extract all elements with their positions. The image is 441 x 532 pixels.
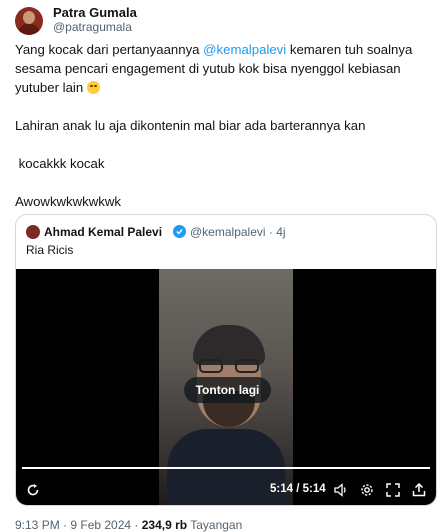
tweet-paragraph-2: Lahiran anak lu aja dikontenin mal biar … [15, 118, 366, 133]
tweet-footer: 9:13 PM · 9 Feb 2024 · 234,9 rb Tayangan [15, 518, 242, 532]
grinning-sweat-emoji-icon [86, 81, 100, 94]
video-progress-bar[interactable] [22, 467, 430, 469]
volume-icon[interactable] [334, 483, 349, 502]
settings-gear-icon[interactable] [360, 483, 374, 502]
mention-link[interactable]: @kemalpalevi [203, 42, 286, 57]
tweet-timestamp[interactable]: 9:13 PM · 9 Feb 2024 · [15, 518, 142, 532]
tweet-text-part: Yang kocak dari pertanyaannya [15, 42, 204, 57]
fullscreen-icon[interactable] [386, 483, 400, 502]
verified-badge-icon [173, 225, 186, 238]
video-time: 5:14 / 5:14 [270, 483, 326, 495]
views-label: Tayangan [187, 518, 243, 532]
quoted-tweet-card[interactable]: Ahmad Kemal Palevi @kemalpalevi · 4j Ria… [15, 214, 437, 506]
tweet-text: Yang kocak dari pertanyaannya @kemalpale… [15, 40, 430, 211]
quoted-author-meta: @kemalpalevi · 4j [190, 225, 286, 239]
share-upload-icon[interactable] [412, 482, 426, 502]
tweet-paragraph-4: Awowkwkwkwkwk [15, 194, 122, 209]
replay-button[interactable]: Tonton lagi [184, 377, 271, 403]
quoted-author-name: Ahmad Kemal Palevi [44, 225, 163, 239]
author-handle[interactable]: @patragumala [53, 20, 132, 34]
replay-icon[interactable] [26, 483, 40, 502]
quoted-author-avatar [26, 225, 40, 239]
quoted-tweet-text: Ria Ricis [26, 243, 74, 257]
author-display-name[interactable]: Patra Gumala [53, 5, 137, 20]
view-count: 234,9 rb [141, 518, 188, 532]
video-player[interactable]: Tonton lagi 5:14 / 5:14 [16, 269, 436, 505]
author-avatar[interactable] [15, 7, 43, 35]
tweet-paragraph-3: kocakkk kocak [15, 156, 105, 171]
